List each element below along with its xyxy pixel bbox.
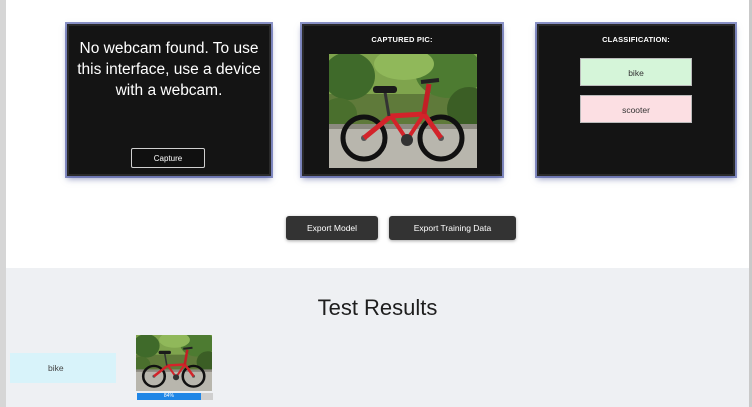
classification-panel: CLASSIFICATION: bike scooter — [537, 24, 735, 176]
export-training-data-button[interactable]: Export Training Data — [389, 216, 516, 240]
capture-button[interactable]: Capture — [131, 148, 205, 168]
class-button-scooter[interactable]: scooter — [580, 95, 692, 123]
classification-title: CLASSIFICATION: — [602, 35, 670, 44]
captured-pic-title: CAPTURED PIC: — [371, 35, 433, 44]
export-model-button[interactable]: Export Model — [286, 216, 378, 240]
result-thumbnail — [130, 329, 221, 393]
webcam-panel: No webcam found. To use this interface, … — [67, 24, 271, 176]
bicycle-thumbnail-icon — [130, 329, 221, 393]
class-button-bike[interactable]: bike — [580, 58, 692, 86]
captured-pic-panel: CAPTURED PIC: — [302, 24, 502, 176]
result-label-bike: bike — [10, 353, 116, 383]
confidence-bar: 84% — [137, 393, 213, 400]
no-webcam-message: No webcam found. To use this interface, … — [77, 40, 261, 99]
test-results-title: Test Results — [317, 295, 438, 320]
bicycle-photo-icon — [329, 54, 477, 168]
captured-bike-photo — [329, 54, 477, 168]
test-results-section: Test Results bike 84% — [6, 268, 749, 407]
confidence-fill: 84% — [137, 393, 201, 400]
